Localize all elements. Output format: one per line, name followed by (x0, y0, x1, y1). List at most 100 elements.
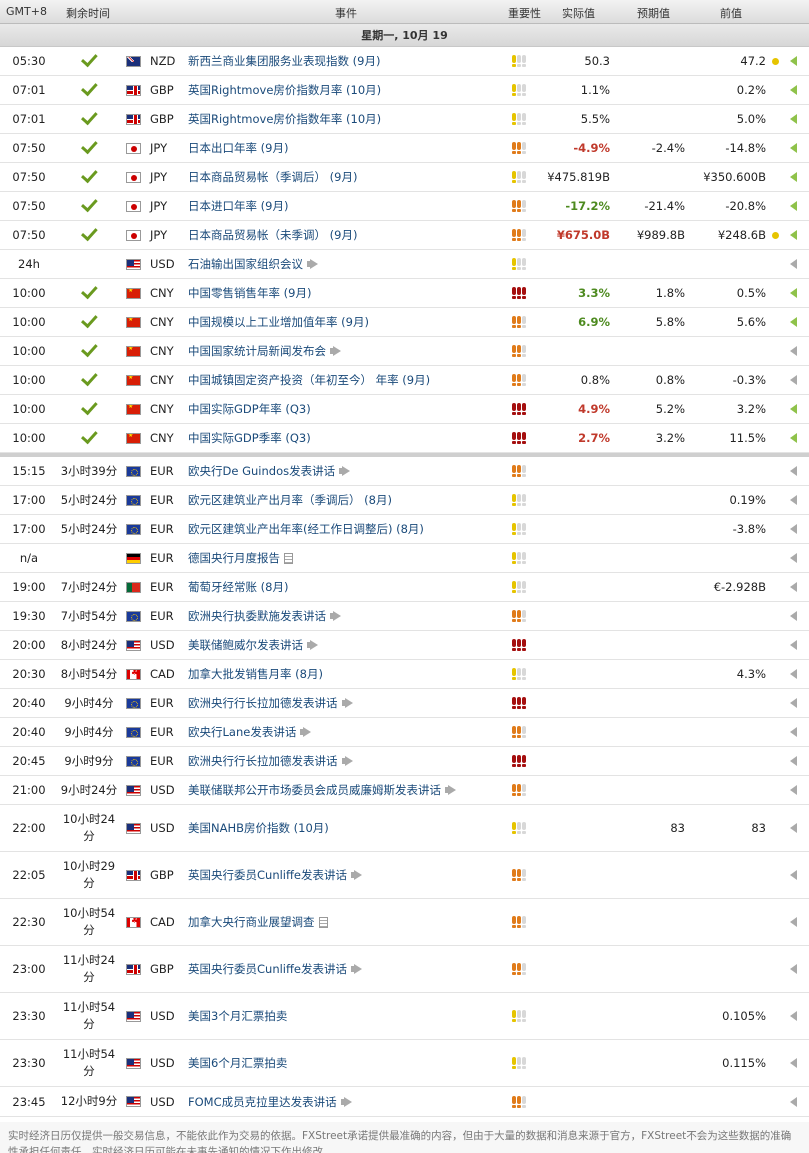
expand-arrow-icon[interactable] (790, 56, 797, 66)
event-name[interactable]: 中国零售销售年率 (9月) (188, 279, 508, 307)
table-row[interactable]: 17:00 5小时24分 EUR 欧元区建筑业产出月率（季调后） (8月) 0.19% (0, 486, 809, 515)
table-row[interactable]: 20:00 8小时24分 USD 美联储鲍威尔发表讲话 (0, 631, 809, 660)
expand-arrow-icon[interactable] (790, 727, 797, 737)
expand-arrow-icon[interactable] (790, 698, 797, 708)
event-name[interactable]: 美联储鲍威尔发表讲话 (188, 631, 508, 659)
expand-cell[interactable] (790, 689, 800, 717)
table-row[interactable]: 05:30 NZD 新西兰商业集团服务业表现指数 (9月) 50.3 47.2 (0, 47, 809, 76)
event-name[interactable]: FOMC成员克拉里达发表讲话 (188, 1087, 508, 1116)
expand-arrow-icon[interactable] (790, 1011, 797, 1021)
expand-arrow-icon[interactable] (790, 669, 797, 679)
expand-arrow-icon[interactable] (790, 785, 797, 795)
table-row[interactable]: 07:50 JPY 日本进口年率 (9月) -17.2% -21.4% -20.8% (0, 192, 809, 221)
event-name[interactable]: 德国央行月度报告 (188, 544, 508, 572)
expand-cell[interactable] (790, 602, 800, 630)
event-link[interactable]: 英国央行委员Cunliffe发表讲话 (188, 961, 347, 977)
expand-cell[interactable] (790, 993, 800, 1039)
expand-cell[interactable] (790, 544, 800, 572)
event-link[interactable]: 德国央行月度报告 (188, 550, 280, 566)
expand-arrow-icon[interactable] (790, 823, 797, 833)
expand-cell[interactable] (790, 946, 800, 992)
expand-cell[interactable] (790, 337, 800, 365)
expand-arrow-icon[interactable] (790, 611, 797, 621)
event-name[interactable]: 加拿大批发销售月率 (8月) (188, 660, 508, 688)
event-name[interactable]: 中国国家统计局新闻发布会 (188, 337, 508, 365)
expand-arrow-icon[interactable] (790, 870, 797, 880)
table-row[interactable]: 10:00 CNY 中国实际GDP年率 (Q3) 4.9% 5.2% 3.2% (0, 395, 809, 424)
expand-cell[interactable] (790, 573, 800, 601)
table-row[interactable]: 17:00 5小时24分 EUR 欧元区建筑业产出年率(经工作日调整后) (8月) -3… (0, 515, 809, 544)
expand-cell[interactable] (790, 1040, 800, 1086)
event-name[interactable]: 英国央行委员Cunliffe发表讲话 (188, 946, 508, 992)
event-link[interactable]: 欧洲央行执委默施发表讲话 (188, 608, 326, 624)
event-link[interactable]: 英国央行委员Cunliffe发表讲话 (188, 867, 347, 883)
expand-arrow-icon[interactable] (790, 1058, 797, 1068)
event-link[interactable]: 中国实际GDP季率 (Q3) (188, 430, 311, 446)
expand-arrow-icon[interactable] (790, 375, 797, 385)
expand-arrow-icon[interactable] (790, 553, 797, 563)
event-link[interactable]: 美国NAHB房价指数 (10月) (188, 820, 329, 836)
event-link[interactable]: 中国城镇固定资产投资（年初至今） 年率 (9月) (188, 372, 430, 388)
table-row[interactable]: 07:50 JPY 日本商品贸易帐（未季调） (9月) ¥675.0B ¥989.8B ¥… (0, 221, 809, 250)
event-link[interactable]: 加拿大批发销售月率 (8月) (188, 666, 323, 682)
event-link[interactable]: 欧央行De Guindos发表讲话 (188, 463, 335, 479)
event-link[interactable]: 美联储鲍威尔发表讲话 (188, 637, 303, 653)
expand-arrow-icon[interactable] (790, 114, 797, 124)
expand-arrow-icon[interactable] (790, 346, 797, 356)
table-row[interactable]: 10:00 CNY 中国规模以上工业增加值年率 (9月) 6.9% 5.8% 5.6% (0, 308, 809, 337)
expand-cell[interactable] (790, 515, 800, 543)
event-link[interactable]: 中国规模以上工业增加值年率 (9月) (188, 314, 369, 330)
event-name[interactable]: 美国NAHB房价指数 (10月) (188, 805, 508, 851)
expand-arrow-icon[interactable] (790, 288, 797, 298)
event-name[interactable]: 欧元区建筑业产出月率（季调后） (8月) (188, 486, 508, 514)
event-name[interactable]: 英国Rightmove房价指数年率 (10月) (188, 105, 508, 133)
expand-arrow-icon[interactable] (790, 964, 797, 974)
expand-arrow-icon[interactable] (790, 201, 797, 211)
expand-arrow-icon[interactable] (790, 495, 797, 505)
event-name[interactable]: 欧洲央行执委默施发表讲话 (188, 602, 508, 630)
table-row[interactable]: 07:50 JPY 日本商品贸易帐（季调后） (9月) ¥475.819B ¥350.6… (0, 163, 809, 192)
table-row[interactable]: 23:45 12小时9分 USD FOMC成员克拉里达发表讲话 (0, 1087, 809, 1117)
event-link[interactable]: 欧元区建筑业产出年率(经工作日调整后) (8月) (188, 521, 424, 537)
event-link[interactable]: 美国6个月汇票拍卖 (188, 1055, 287, 1071)
table-row[interactable]: 23:00 11小时24分 GBP 英国央行委员Cunliffe发表讲话 (0, 946, 809, 993)
event-link[interactable]: 欧元区建筑业产出月率（季调后） (8月) (188, 492, 392, 508)
table-row[interactable]: 07:01 GBP 英国Rightmove房价指数年率 (10月) 5.5% 5.0% (0, 105, 809, 134)
expand-cell[interactable] (790, 47, 800, 75)
expand-cell[interactable] (790, 76, 800, 104)
event-name[interactable]: 石油输出国家组织会议 (188, 250, 508, 278)
header-timezone[interactable]: GMT+8 (6, 5, 47, 18)
table-row[interactable]: 22:00 10小时24分 USD 美国NAHB房价指数 (10月) 83 83 (0, 805, 809, 852)
expand-arrow-icon[interactable] (790, 466, 797, 476)
event-name[interactable]: 中国实际GDP年率 (Q3) (188, 395, 508, 423)
expand-arrow-icon[interactable] (790, 756, 797, 766)
event-name[interactable]: 美国6个月汇票拍卖 (188, 1040, 508, 1086)
event-name[interactable]: 日本出口年率 (9月) (188, 134, 508, 162)
event-name[interactable]: 欧央行Lane发表讲话 (188, 718, 508, 746)
event-name[interactable]: 中国实际GDP季率 (Q3) (188, 424, 508, 452)
expand-cell[interactable] (790, 457, 800, 485)
event-link[interactable]: 中国国家统计局新闻发布会 (188, 343, 326, 359)
event-link[interactable]: 欧央行Lane发表讲话 (188, 724, 296, 740)
expand-cell[interactable] (790, 308, 800, 336)
expand-cell[interactable] (790, 105, 800, 133)
expand-arrow-icon[interactable] (790, 433, 797, 443)
event-link[interactable]: 美国3个月汇票拍卖 (188, 1008, 287, 1024)
expand-arrow-icon[interactable] (790, 524, 797, 534)
expand-cell[interactable] (790, 747, 800, 775)
expand-cell[interactable] (790, 250, 800, 278)
event-name[interactable]: 美国3个月汇票拍卖 (188, 993, 508, 1039)
event-link[interactable]: 日本进口年率 (9月) (188, 198, 288, 214)
table-row[interactable]: 07:01 GBP 英国Rightmove房价指数月率 (10月) 1.1% 0.2% (0, 76, 809, 105)
event-link[interactable]: 中国实际GDP年率 (Q3) (188, 401, 311, 417)
expand-arrow-icon[interactable] (790, 582, 797, 592)
event-link[interactable]: FOMC成员克拉里达发表讲话 (188, 1094, 337, 1110)
event-link[interactable]: 日本商品贸易帐（未季调） (9月) (188, 227, 357, 243)
expand-cell[interactable] (790, 776, 800, 804)
event-link[interactable]: 葡萄牙经常账 (8月) (188, 579, 288, 595)
event-name[interactable]: 葡萄牙经常账 (8月) (188, 573, 508, 601)
expand-cell[interactable] (790, 163, 800, 191)
table-row[interactable]: 10:00 CNY 中国零售销售年率 (9月) 3.3% 1.8% 0.5% (0, 279, 809, 308)
expand-cell[interactable] (790, 660, 800, 688)
expand-arrow-icon[interactable] (790, 1096, 797, 1107)
